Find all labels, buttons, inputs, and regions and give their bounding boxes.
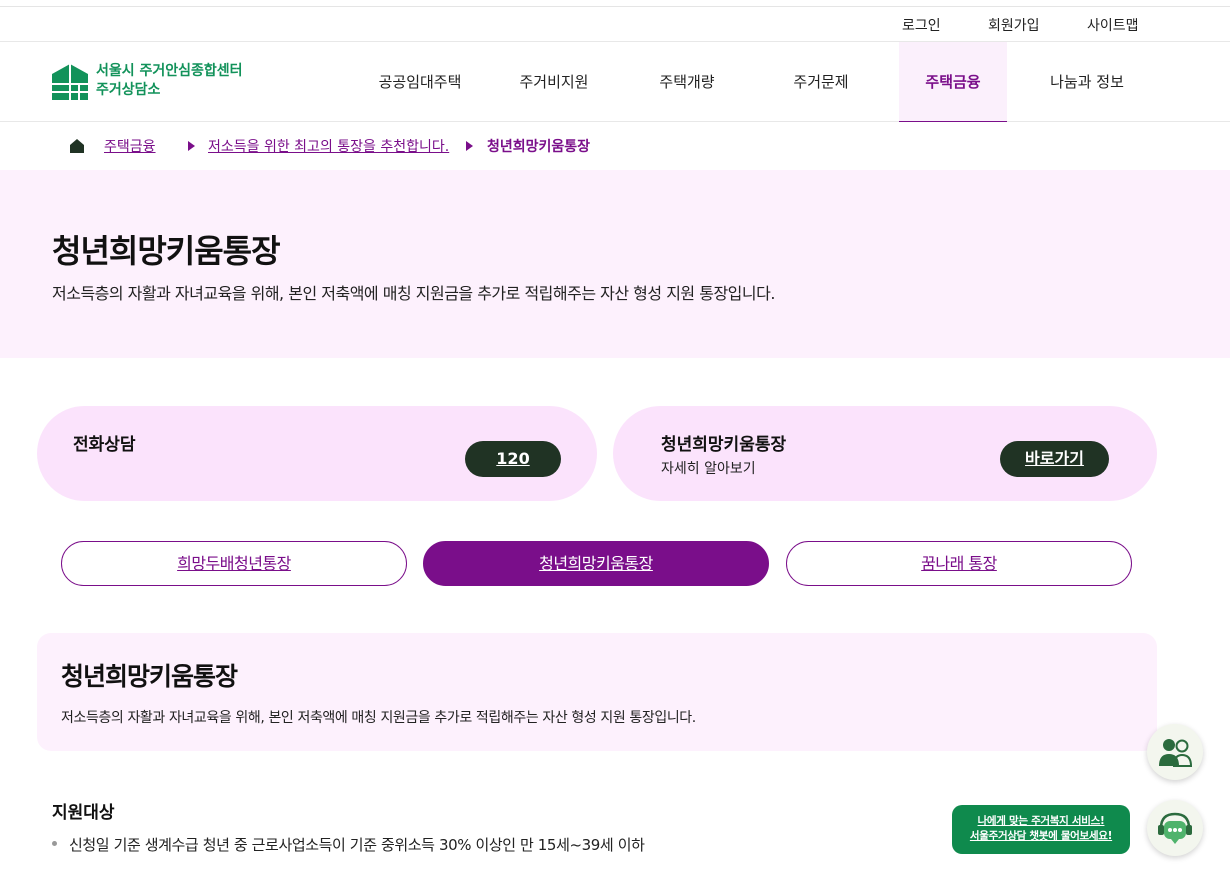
eligibility-item: 신청일 기준 생계수급 청년 중 근로사업소득이 기준 중위소득 30% 이상인… bbox=[52, 834, 645, 855]
chatbot-banner[interactable]: 나에게 맞는 주거복지 서비스! 서울주거상담 챗봇에 물어보세요! bbox=[952, 805, 1130, 854]
header: 서울시 주거안심종합센터 주거상담소 공공임대주택 주거비지원 주택개량 주거문… bbox=[0, 42, 1230, 122]
logo-line1: 서울시 주거안심종합센터 bbox=[96, 63, 243, 79]
phone-number-button[interactable]: 120 bbox=[465, 441, 561, 477]
breadcrumb-arrow-icon bbox=[466, 141, 473, 151]
logo-line2: 주거상담소 bbox=[96, 82, 161, 98]
utility-bar: 로그인 회원가입 사이트맵 bbox=[0, 6, 1230, 42]
chat-banner-line1: 나에게 맞는 주거복지 서비스! bbox=[977, 815, 1105, 827]
account-card-subtitle: 자세히 알아보기 bbox=[661, 461, 756, 477]
people-icon bbox=[1159, 739, 1193, 767]
go-to-button[interactable]: 바로가기 bbox=[1000, 441, 1109, 477]
breadcrumb-level1[interactable]: 주택금융 bbox=[104, 136, 156, 156]
home-icon[interactable] bbox=[69, 138, 85, 154]
phone-consult-title: 전화상담 bbox=[73, 435, 136, 455]
nav-item-housing-finance[interactable]: 주택금융 bbox=[899, 42, 1007, 122]
nav-item-housing-issues[interactable]: 주거문제 bbox=[776, 42, 866, 122]
phone-consult-card: 전화상담 120 bbox=[37, 406, 597, 501]
info-title: 청년희망키움통장 bbox=[61, 662, 238, 691]
nav-item-home-improvement[interactable]: 주택개량 bbox=[643, 42, 731, 122]
sitemap-link[interactable]: 사이트맵 bbox=[1087, 15, 1139, 35]
eligibility-title: 지원대상 bbox=[52, 803, 115, 823]
tab-youth-hope-kium[interactable]: 청년희망키움통장 bbox=[423, 541, 769, 586]
account-link-card: 청년희망키움통장 자세히 알아보기 바로가기 bbox=[613, 406, 1157, 501]
login-link[interactable]: 로그인 bbox=[902, 15, 941, 35]
signup-link[interactable]: 회원가입 bbox=[988, 15, 1040, 35]
nav-item-sharing-info[interactable]: 나눔과 정보 bbox=[1040, 42, 1134, 122]
tab-dream-wing[interactable]: 꿈나래 통장 bbox=[786, 541, 1132, 586]
house-logo-icon bbox=[52, 64, 88, 100]
page-title: 청년희망키움통장 bbox=[52, 232, 281, 270]
site-logo[interactable]: 서울시 주거안심종합센터 주거상담소 bbox=[52, 62, 262, 102]
breadcrumb: 주택금융 저소득을 위한 최고의 통장을 추천합니다. 청년희망키움통장 bbox=[0, 122, 1230, 170]
breadcrumb-current: 청년희망키움통장 bbox=[487, 139, 591, 155]
chat-banner-line2: 서울주거상담 챗봇에 물어보세요! bbox=[969, 830, 1113, 842]
people-fab-button[interactable] bbox=[1147, 724, 1203, 780]
chatbot-icon bbox=[1158, 812, 1192, 844]
info-description: 저소득층의 자활과 자녀교육을 위해, 본인 저축액에 매칭 지원금을 추가로 … bbox=[61, 710, 696, 726]
page-hero: 청년희망키움통장 저소득층의 자활과 자녀교육을 위해, 본인 저축액에 매칭 … bbox=[0, 170, 1230, 358]
nav-item-public-rental[interactable]: 공공임대주택 bbox=[372, 42, 468, 122]
page-description: 저소득층의 자활과 자녀교육을 위해, 본인 저축액에 매칭 지원금을 추가로 … bbox=[52, 284, 775, 303]
chatbot-fab-button[interactable] bbox=[1147, 800, 1203, 856]
account-info-box: 청년희망키움통장 저소득층의 자활과 자녀교육을 위해, 본인 저축액에 매칭 … bbox=[37, 633, 1157, 751]
tab-hope-double-youth[interactable]: 희망두배청년통장 bbox=[61, 541, 407, 586]
logo-text: 서울시 주거안심종합센터 주거상담소 bbox=[96, 62, 243, 100]
nav-item-housing-cost[interactable]: 주거비지원 bbox=[507, 42, 601, 122]
account-card-title: 청년희망키움통장 bbox=[661, 435, 787, 455]
breadcrumb-arrow-icon bbox=[188, 141, 195, 151]
breadcrumb-level2[interactable]: 저소득을 위한 최고의 통장을 추천합니다. bbox=[208, 136, 449, 156]
